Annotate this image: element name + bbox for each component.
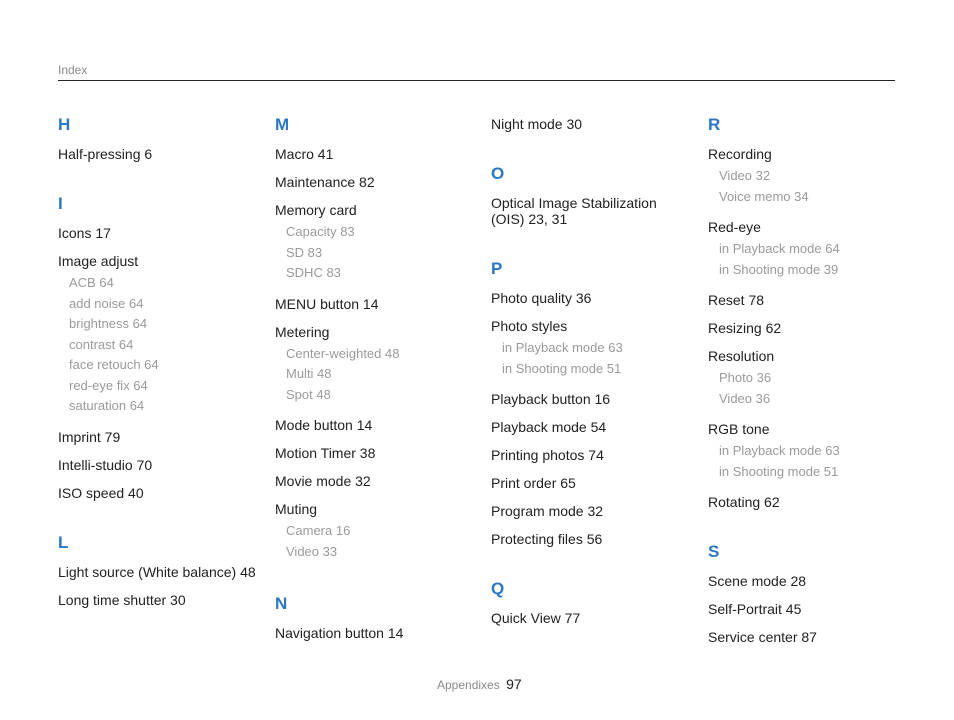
index-letter-heading: I [58, 194, 63, 213]
index-letter-heading: R [708, 115, 721, 134]
index-subentry: contrast 64 [69, 336, 134, 352]
index-entry: Reset 78 [708, 292, 765, 308]
index-subentry: in Shooting mode 51 [719, 463, 839, 479]
index-subentry-list: in Playback mode 64 in Shooting mode 39 [708, 239, 908, 280]
index-subentry: saturation 64 [69, 398, 145, 413]
index-subentry: in Playback mode 63 [502, 340, 623, 355]
index-entry: Scene mode 28 [708, 573, 807, 589]
index-subentry: Spot 48 [286, 386, 331, 402]
index-subentry: brightness 64 [69, 316, 148, 331]
index-column-2: M Macro 41 Maintenance 82 Memory card Capaci… [275, 116, 475, 653]
index-subentry: add noise 64 [69, 295, 144, 311]
running-header: Index [58, 63, 88, 77]
index-subentry: Video 36 [719, 390, 771, 406]
index-letter-heading: S [708, 542, 720, 561]
index-subentry: Voice memo 34 [719, 188, 809, 204]
index-entry: Self-Portrait 45 [708, 601, 802, 617]
index-entry: Printing photos 74 [491, 447, 604, 463]
index-column-4: R Recording Video 32 Voice memo 34 Red-eye in… [708, 116, 908, 657]
index-entry: Image adjust [58, 253, 139, 269]
index-entry: Half-pressing 6 [58, 146, 153, 162]
page-number: 97 [506, 676, 522, 692]
index-entry: Icons 17 [58, 225, 111, 241]
index-entry: Red-eye [708, 219, 761, 235]
index-subentry: SD 83 [286, 244, 323, 260]
index-entry: Long time shutter 30 [58, 591, 186, 608]
header-divider [58, 80, 895, 81]
page-footer: Appendixes 97 [437, 676, 522, 692]
index-subentry-list: ACB 64 add noise 64 brightness 64 contrast … [58, 273, 258, 417]
index-entry: MENU button 14 [275, 295, 379, 312]
index-letter-heading: O [491, 164, 505, 183]
index-entry: Photo styles [491, 318, 568, 334]
index-entry: Light source (White balance) 48 [58, 563, 256, 580]
index-letter-heading: N [275, 594, 288, 613]
index-entry: Movie mode 32 [275, 473, 371, 489]
index-subentry: Video 32 [719, 168, 771, 183]
index-subentry-list: Camera 16 Video 33 [275, 521, 475, 562]
index-letter-heading: L [58, 532, 69, 552]
index-column-1: H Half-pressing 6 I Icons 17 Image adjust ACB… [58, 116, 258, 620]
index-subentry: ACB 64 [69, 275, 114, 290]
index-subentry: red-eye fix 64 [69, 377, 148, 393]
index-subentry: in Shooting mode 39 [719, 261, 839, 277]
index-letter-heading: Q [491, 579, 505, 598]
index-subentry: face retouch 64 [69, 357, 159, 372]
index-entry: Resolution [708, 348, 775, 364]
index-subentry: Multi 48 [286, 366, 332, 381]
index-letter-heading: P [491, 259, 503, 278]
index-entry: Night mode 30 [491, 116, 583, 132]
index-subentry-list: Capacity 83 SD 83 SDHC 83 [275, 222, 475, 284]
index-entry: Metering [275, 323, 330, 340]
index-subentry-list: Center-weighted 48 Multi 48 Spot 48 [275, 344, 475, 406]
index-entry: Photo quality 36 [491, 290, 592, 306]
index-entry: Imprint 79 [58, 428, 121, 445]
index-entry: ISO speed 40 [58, 484, 144, 501]
index-entry: Navigation button 14 [275, 625, 404, 641]
index-subentry-list: Photo 36 Video 36 [708, 368, 908, 409]
index-entry: Print order 65 [491, 475, 576, 491]
index-letter-heading: H [58, 115, 71, 134]
index-subentry: in Shooting mode 51 [502, 360, 622, 376]
index-entry: Mode button 14 [275, 417, 373, 433]
index-subentry: Photo 36 [719, 370, 772, 385]
index-entry: Service center 87 [708, 629, 817, 645]
index-entry: Muting [275, 501, 318, 517]
index-subentry-list: in Playback mode 63 in Shooting mode 51 [491, 338, 681, 379]
index-entry: RGB tone [708, 421, 770, 437]
index-entry: Maintenance 82 [275, 174, 375, 190]
index-entry: Playback button 16 [491, 391, 611, 407]
index-subentry-list: Video 32 Voice memo 34 [708, 166, 908, 207]
index-entry: Motion Timer 38 [275, 445, 376, 461]
footer-section-label: Appendixes [437, 678, 500, 692]
index-subentry: in Playback mode 63 [719, 443, 840, 458]
index-entry: Recording [708, 146, 772, 162]
index-entry: Optical Image Stabilization (OIS) 23, 31 [491, 195, 657, 227]
index-subentry: Center-weighted 48 [286, 345, 400, 361]
index-entry: Intelli-studio 70 [58, 456, 153, 473]
index-subentry: Camera 16 [286, 523, 351, 538]
index-subentry: Capacity 83 [286, 224, 355, 239]
index-letter-heading: M [275, 115, 290, 134]
index-entry: Macro 41 [275, 146, 334, 162]
index-entry: Resizing 62 [708, 320, 782, 336]
index-entry: Playback mode 54 [491, 419, 607, 435]
index-entry: Quick View 77 [491, 610, 581, 626]
index-entry: Program mode 32 [491, 503, 604, 519]
index-subentry: Video 33 [286, 543, 338, 559]
index-subentry: SDHC 83 [286, 265, 341, 280]
index-column-3: Night mode 30 O Optical Image Stabilizatio… [491, 116, 681, 638]
index-entry: Memory card [275, 202, 357, 218]
index-entry: Rotating 62 [708, 494, 780, 510]
index-subentry: in Playback mode 64 [719, 241, 840, 256]
index-subentry-list: in Playback mode 63 in Shooting mode 51 [708, 441, 908, 482]
index-entry: Protecting files 56 [491, 531, 603, 547]
